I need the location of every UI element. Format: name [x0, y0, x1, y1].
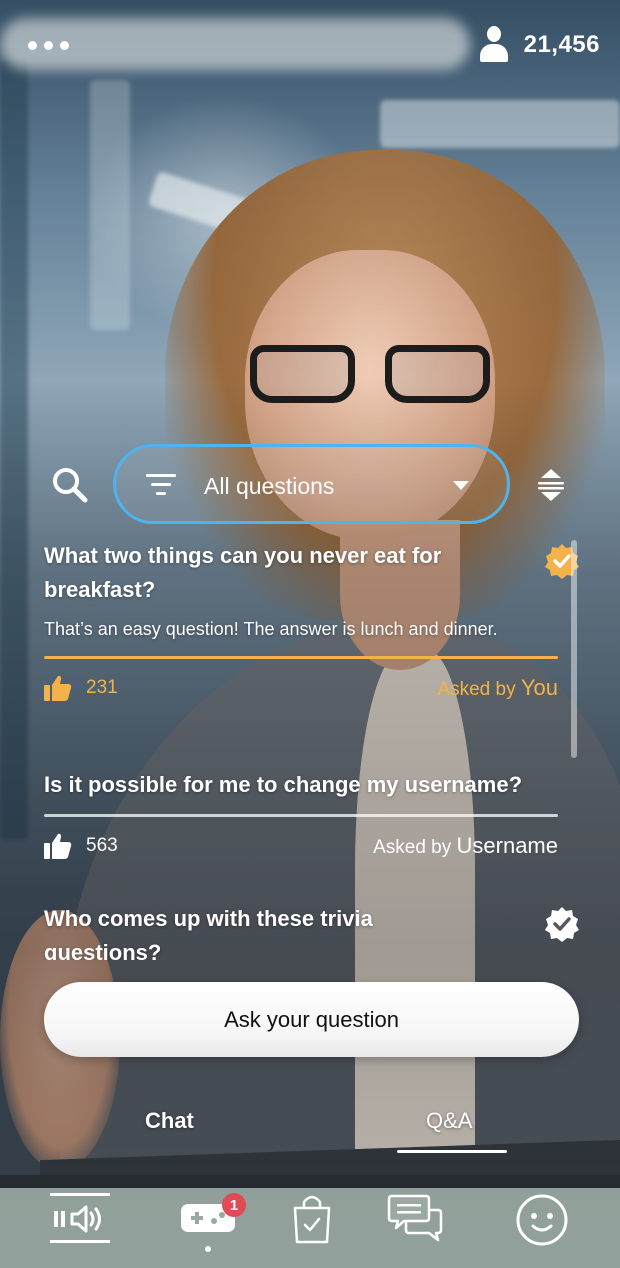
question-list[interactable]: What two things can you never eat for br…	[0, 535, 620, 960]
active-nav-dot	[205, 1246, 211, 1252]
sort-icon	[538, 469, 564, 501]
filter-lines-icon	[146, 474, 176, 495]
question-title: Who comes up with these trivia questions…	[44, 906, 373, 960]
question-filter-dropdown[interactable]: All questions	[113, 444, 510, 524]
asked-by: Asked by Username	[373, 833, 558, 859]
nav-stream-controls[interactable]	[48, 1188, 114, 1258]
chat-bubbles-icon	[387, 1194, 443, 1242]
question-item[interactable]: Who comes up with these trivia questions…	[44, 902, 579, 960]
active-tab-indicator	[397, 1150, 507, 1153]
nav-chat[interactable]	[386, 1188, 444, 1258]
smiley-icon	[516, 1194, 568, 1246]
games-notification-badge: 1	[222, 1193, 246, 1217]
question-item[interactable]: Is it possible for me to change my usern…	[44, 768, 558, 867]
tab-qa[interactable]: Q&A	[426, 1108, 472, 1134]
like-count: 563	[86, 835, 118, 856]
viewer-count-value: 21,456	[523, 31, 600, 58]
thumbs-up-icon	[44, 675, 72, 701]
question-item[interactable]: What two things can you never eat for br…	[44, 539, 579, 709]
shopping-bag-icon	[293, 1195, 331, 1244]
viewer-count: 21,456	[479, 26, 600, 64]
chevron-down-icon	[453, 481, 469, 490]
question-divider	[44, 814, 558, 817]
nav-reactions[interactable]	[514, 1188, 570, 1258]
asked-by-prefix: Asked by	[373, 837, 452, 858]
like-count: 231	[86, 677, 118, 698]
nav-shop[interactable]	[290, 1188, 334, 1258]
asked-by-name: You	[520, 675, 558, 700]
like-button[interactable]: 231	[44, 675, 118, 701]
pause-volume-icon	[54, 1205, 101, 1233]
question-divider	[44, 656, 558, 659]
user-icon	[479, 26, 508, 64]
filter-selected-label: All questions	[204, 473, 335, 499]
question-title: What two things can you never eat for br…	[44, 543, 442, 602]
like-button[interactable]: 563	[44, 833, 118, 859]
more-horizontal-icon	[28, 40, 37, 50]
question-answer: That’s an easy question! The answer is l…	[44, 619, 498, 639]
question-title: Is it possible for me to change my usern…	[44, 772, 523, 797]
asked-by-prefix: Asked by	[437, 679, 516, 700]
search-icon	[53, 468, 88, 503]
ask-question-button[interactable]: Ask your question	[44, 982, 579, 1057]
live-stream-screen: 21,456 All questions What two things can…	[0, 0, 620, 1268]
answered-badge-icon	[545, 907, 579, 942]
asked-by: Asked by You	[437, 675, 558, 701]
asked-by-name: Username	[456, 833, 558, 858]
question-list-scrollbar[interactable]	[571, 540, 577, 758]
search-button[interactable]	[50, 465, 90, 505]
thumbs-up-icon	[44, 833, 72, 859]
sort-button[interactable]	[535, 465, 567, 505]
tab-chat[interactable]: Chat	[145, 1108, 194, 1134]
more-options-button[interactable]	[28, 34, 74, 56]
bottom-nav	[0, 1188, 620, 1268]
